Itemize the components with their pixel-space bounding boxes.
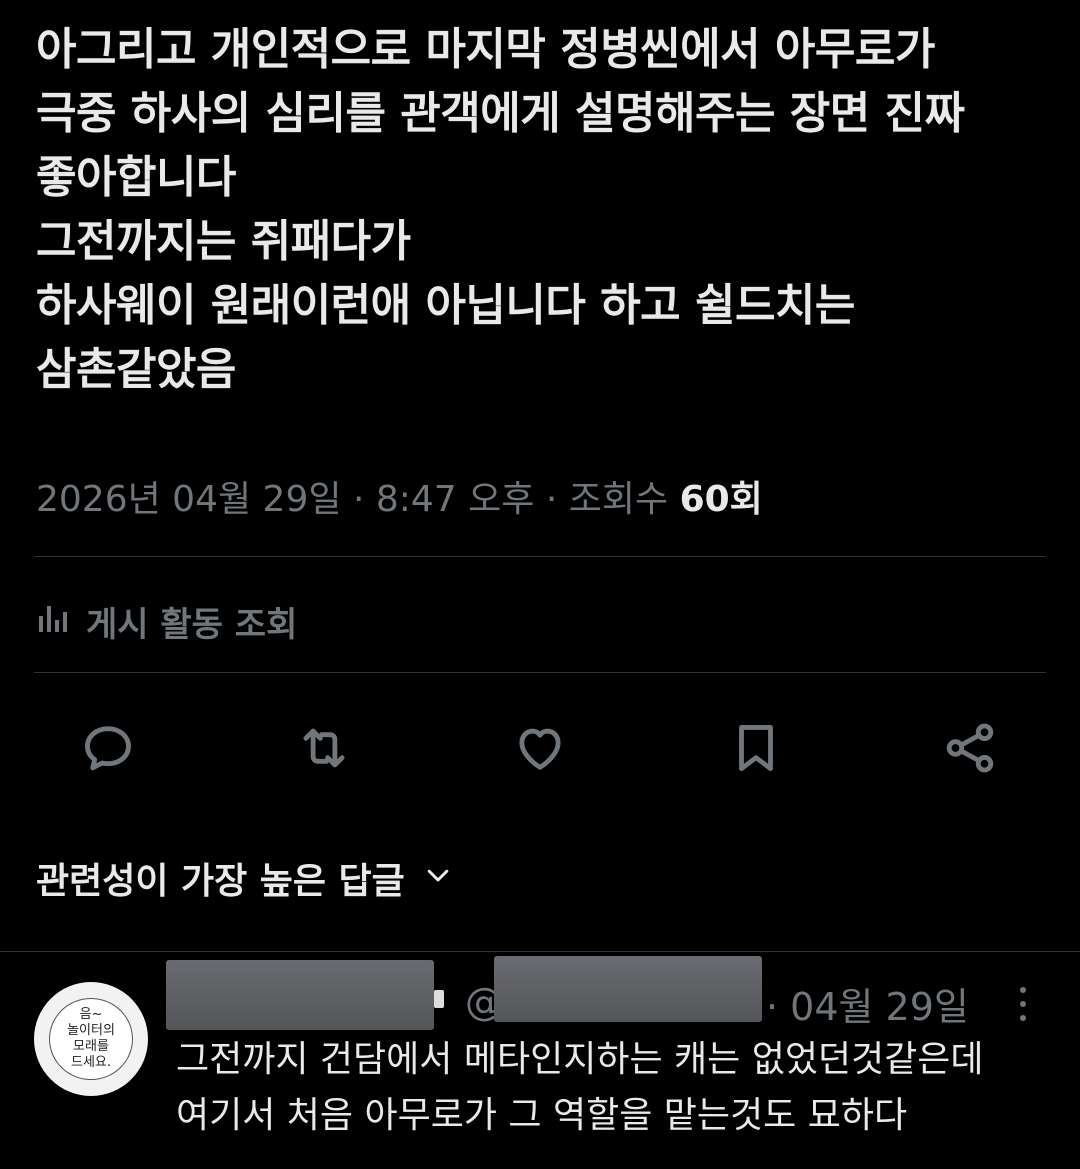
divider [34, 556, 1046, 557]
reply-date[interactable]: · 04월 29일 [766, 976, 969, 1031]
avatar-text: 드세요. [70, 1055, 111, 1070]
post-activity-label: 게시 활동 조회 [86, 604, 298, 645]
speech-bubble-icon [79, 719, 137, 781]
avatar-speech-bubble: 음~ 놀이터의 모래를 드세요. [49, 998, 133, 1080]
redaction-edge [434, 990, 444, 1008]
redacted-display-name[interactable] [166, 960, 434, 1030]
post-line: 극중 하사의 심리를 관객에게 설명해주는 장면 진짜 [36, 88, 965, 139]
post-line: 삼촌같았음 [36, 344, 236, 395]
post-meta: 2026년 04월 29일 · 8:47 오후 · 조회수 60회 [36, 470, 763, 522]
avatar[interactable]: 음~ 놀이터의 모래를 드세요. [34, 982, 148, 1096]
like-button[interactable] [505, 715, 575, 785]
avatar-text: 음~ [79, 1007, 103, 1022]
post-line: 좋아합니다 [36, 152, 236, 203]
divider [34, 672, 1046, 673]
share-button[interactable] [935, 715, 1005, 785]
post-body: 아그리고 개인적으로 마지막 정병씬에서 아무로가 극중 하사의 심리를 관객에… [36, 18, 1046, 402]
share-nodes-icon [941, 719, 999, 781]
bookmark-button[interactable] [721, 715, 791, 785]
avatar-text: 놀이터의 [67, 1023, 115, 1038]
analytics-bars-icon [36, 601, 72, 641]
bookmark-icon [727, 719, 785, 781]
more-options-button[interactable] [1008, 982, 1038, 1026]
avatar-text: 모래를 [73, 1039, 109, 1054]
more-dots-icon [1008, 987, 1038, 1030]
post-line: 하사웨이 원래이런애 아닙니다 하고 쉴드치는 [36, 280, 855, 331]
retweet-button[interactable] [289, 715, 359, 785]
views-count: 60회 [679, 479, 763, 520]
post-activity-link[interactable]: 게시 활동 조회 [36, 596, 297, 646]
post-line: 아그리고 개인적으로 마지막 정병씬에서 아무로가 [36, 24, 935, 75]
reply-body: 그전까지 건담에서 메타인지하는 캐는 없었던것같은데 여기서 처음 아무로가 … [176, 1032, 1056, 1144]
post-time[interactable]: 8:47 오후 [376, 479, 535, 520]
reply-sort-label: 관련성이 가장 높은 답글 [36, 861, 405, 902]
post-line: 그전까지는 쥐패다가 [36, 216, 411, 267]
post-detail-page: 아그리고 개인적으로 마지막 정병씬에서 아무로가 극중 하사의 심리를 관객에… [0, 0, 1080, 1169]
retweet-arrows-icon [295, 719, 353, 781]
chevron-down-icon [423, 858, 453, 899]
reply-line: 그전까지 건담에서 메타인지하는 캐는 없었던것같은데 [176, 1039, 984, 1080]
meta-separator: · [352, 479, 365, 520]
redacted-handle[interactable] [494, 956, 762, 1022]
reply-line: 여기서 처음 아무로가 그 역할을 맡는것도 묘하다 [176, 1095, 908, 1136]
action-bar [0, 715, 1080, 785]
reply-sort-selector[interactable]: 관련성이 가장 높은 답글 [36, 852, 453, 904]
views-label: 조회수 [568, 479, 669, 520]
meta-separator: · [545, 479, 558, 520]
heart-icon [511, 719, 569, 781]
post-date[interactable]: 2026년 04월 29일 [36, 479, 341, 520]
reply-button[interactable] [73, 715, 143, 785]
reply-item[interactable]: 음~ 놀이터의 모래를 드세요. @ · 04월 29일 그전까지 건담에서 메… [0, 952, 1080, 1169]
